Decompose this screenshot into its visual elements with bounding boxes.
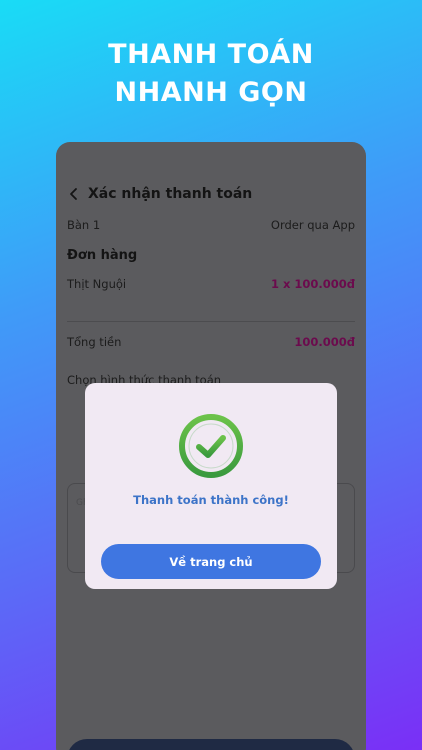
total-label: Tổng tiền [67, 335, 122, 349]
item-name: Thịt Nguội [67, 277, 127, 291]
screen-header: Xác nhận thanh toán [66, 186, 252, 202]
order-source: Order qua App [270, 218, 355, 232]
total-row: Tổng tiền 100.000đ [67, 335, 355, 349]
go-home-button[interactable]: Về trang chủ [101, 544, 321, 579]
order-section-title: Đơn hàng [67, 248, 138, 263]
confirm-payment-button[interactable] [67, 739, 355, 750]
success-dialog: Thanh toán thành công! Về trang chủ [85, 383, 337, 589]
page-title: Xác nhận thanh toán [88, 186, 253, 202]
table-label: Bàn 1 [67, 218, 101, 232]
order-item-row: Thịt Nguội 1 x 100.000đ [67, 277, 355, 291]
item-qty-price: 1 x 100.000đ [270, 277, 355, 291]
total-value: 100.000đ [294, 335, 355, 349]
success-message: Thanh toán thành công! [133, 493, 289, 507]
promo-headline: THANH TOÁN NHANH GỌN [0, 36, 422, 112]
headline-line-2: NHANH GỌN [114, 77, 308, 108]
chevron-left-icon[interactable] [66, 186, 82, 202]
order-info-row: Bàn 1 Order qua App [67, 218, 355, 232]
headline-line-1: THANH TOÁN [108, 39, 314, 70]
divider [67, 321, 355, 322]
check-circle-icon [179, 414, 243, 478]
